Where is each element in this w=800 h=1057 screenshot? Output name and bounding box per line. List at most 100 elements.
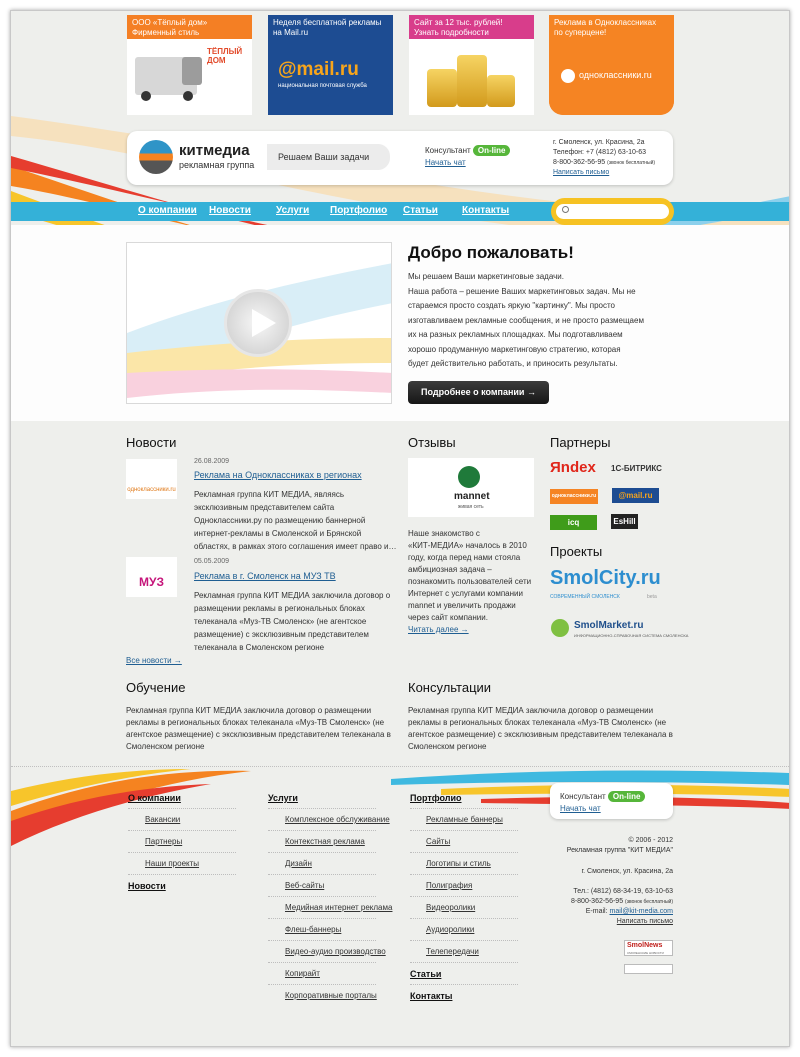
- contact-info: г. Смоленск, ул. Красина, 2а Телефон: +7…: [553, 138, 655, 178]
- partner-odnoklassniki[interactable]: одноклассники.ru: [550, 489, 598, 504]
- news-thumb-ok[interactable]: одноклассники.ru: [126, 459, 177, 499]
- smolnews-badge[interactable]: SmolNews СМОЛЕНСКИЕ НОВОСТИ: [624, 940, 673, 956]
- footer-link[interactable]: Видео-аудио производство: [285, 947, 386, 956]
- footer-consultant-box: Консультант On-line Начать чат: [550, 783, 673, 819]
- search-input[interactable]: [556, 204, 669, 219]
- read-more-link[interactable]: Читать далее →: [408, 625, 469, 634]
- all-news-link[interactable]: Все новости →: [126, 656, 182, 665]
- header-bar: китмедиа рекламная группа Решаем Ваши за…: [127, 131, 673, 185]
- footer-link[interactable]: Контекстная реклама: [285, 837, 365, 846]
- footer-link[interactable]: Партнеры: [145, 837, 182, 846]
- online-badge: On-line: [607, 791, 646, 802]
- project-smolmarket[interactable]: SmolMarket.ru: [574, 620, 643, 631]
- footer-divider: [11, 766, 789, 767]
- slogan: Решаем Ваши задачи: [267, 144, 390, 170]
- welcome-title: Добро пожаловать!: [408, 243, 574, 262]
- news-title: Новости: [126, 435, 177, 450]
- copyright: © 2006 - 2012: [628, 837, 673, 844]
- projects-title: Проекты: [550, 544, 603, 559]
- footer-link[interactable]: Веб-сайты: [285, 881, 324, 890]
- footer-link[interactable]: Аудиоролики: [426, 925, 474, 934]
- nav-news[interactable]: Новости: [209, 205, 251, 216]
- coins-icon: [409, 39, 534, 115]
- footer-link[interactable]: Логотипы и стиль: [426, 859, 491, 868]
- footer-about[interactable]: О компании: [128, 793, 181, 803]
- consultant-block: Консультант On-line: [425, 145, 511, 156]
- start-chat-link[interactable]: Начать чат: [560, 804, 601, 813]
- ok-icon: [561, 69, 575, 83]
- footer-swoosh: [11, 769, 789, 846]
- consult-text: Рекламная группа КИТ МЕДИА заключила дог…: [408, 706, 673, 751]
- news-date: 05.05.2009: [194, 558, 230, 565]
- write-letter-link[interactable]: Написать письмо: [493, 917, 673, 927]
- partners-title: Партнеры: [550, 435, 611, 450]
- address: г. Смоленск, ул. Красина, 2а: [553, 139, 645, 146]
- news-thumb-muz[interactable]: МУЗ: [126, 557, 177, 597]
- training-title: Обучение: [126, 680, 186, 695]
- nav-portfolio[interactable]: Портфолио: [330, 205, 387, 216]
- partner-yandex[interactable]: Яndex: [550, 459, 596, 476]
- partner-icq[interactable]: icq: [550, 515, 597, 530]
- consult-title: Консультации: [408, 680, 492, 695]
- footer-link[interactable]: Сайты: [426, 837, 450, 846]
- news-text: Рекламная группа КИТ МЕДИА, являясь экскл…: [194, 490, 397, 551]
- footer-link[interactable]: Телепередачи: [426, 947, 479, 956]
- consultant-label: Консультант: [425, 146, 471, 155]
- footer-link[interactable]: Комплексное обслуживание: [285, 815, 390, 824]
- banner-site-12k[interactable]: Сайт за 12 тыс. рублей! Узнать подробност…: [409, 15, 534, 115]
- start-chat-link[interactable]: Начать чат: [425, 158, 466, 167]
- review-text: Наше знакомство с «КИТ-МЕДИА» началось в …: [408, 529, 532, 622]
- partner-mailru[interactable]: @mail.ru: [612, 488, 659, 503]
- footer-tel: Тел.: (4812) 68-34-19, 63-10-63: [573, 888, 673, 895]
- reviews-title: Отзывы: [408, 435, 456, 450]
- teply-dom-logo: ТЁПЛЫЙ ДОМ: [207, 47, 243, 65]
- company-name: Рекламная группа "КИТ МЕДИА": [566, 847, 673, 854]
- email-link[interactable]: mail@kit-media.com: [609, 908, 673, 915]
- brand-sub: рекламная группа: [179, 160, 255, 170]
- footer-link[interactable]: Вакансии: [145, 815, 180, 824]
- footer-link[interactable]: Наши проекты: [145, 859, 199, 868]
- write-letter-link[interactable]: Написать письмо: [553, 168, 655, 178]
- news-link[interactable]: Реклама на Одноклассниках в регионах: [194, 470, 362, 480]
- about-company-button[interactable]: Подробнее о компании →: [408, 381, 549, 404]
- footer-link[interactable]: Флеш-баннеры: [285, 925, 341, 934]
- footer-link[interactable]: Видеоролики: [426, 903, 475, 912]
- footer-services[interactable]: Услуги: [268, 793, 298, 803]
- nav-contacts[interactable]: Контакты: [462, 205, 509, 216]
- nav-articles[interactable]: Статьи: [403, 205, 438, 216]
- mailru-sub: национальная почтовая служба: [278, 83, 367, 89]
- nav-services[interactable]: Услуги: [276, 205, 309, 216]
- footer-link[interactable]: Медийная интернет реклама: [285, 903, 392, 912]
- search-box: [551, 198, 674, 225]
- footer-link[interactable]: Корпоративные порталы: [285, 991, 377, 1000]
- project-smolcity[interactable]: SmolCity.ru: [550, 567, 661, 590]
- footer-portfolio[interactable]: Портфолио: [410, 793, 462, 803]
- footer-articles[interactable]: Статьи: [410, 969, 441, 979]
- banner-teply-dom[interactable]: ООО «Тёплый дом» Фирменный стиль ТЁПЛЫЙ Д…: [127, 15, 252, 115]
- search-icon: [562, 206, 569, 213]
- play-icon[interactable]: [224, 289, 292, 357]
- mannet-logo[interactable]: mannet живая сеть: [408, 458, 534, 517]
- footer-link[interactable]: Дизайн: [285, 859, 312, 868]
- counter-badge[interactable]: [624, 964, 673, 974]
- footer-contacts[interactable]: Контакты: [410, 991, 452, 1001]
- video-player[interactable]: [126, 242, 392, 404]
- partner-eshill[interactable]: EsHill: [611, 514, 638, 529]
- partner-bitrix[interactable]: 1С-БИТРИКС: [611, 464, 662, 473]
- footer-link[interactable]: Полиграфия: [426, 881, 472, 890]
- banner-odnoklassniki[interactable]: Реклама в Одноклассниках по суперцене! од…: [549, 15, 674, 115]
- footer-news[interactable]: Новости: [128, 881, 166, 891]
- training-text: Рекламная группа КИТ МЕДИА заключила дог…: [126, 706, 391, 751]
- phone: Телефон: +7 (4812) 63-10-63: [553, 149, 647, 156]
- smolcity-beta: beta: [647, 594, 657, 600]
- online-badge: On-line: [472, 145, 511, 156]
- footer-link[interactable]: Копирайт: [285, 969, 320, 978]
- nav-about[interactable]: О компании: [138, 205, 197, 216]
- news-link[interactable]: Реклама в г. Смоленск на МУЗ ТВ: [194, 571, 336, 581]
- consultant-label: Консультант: [560, 792, 606, 801]
- kitmedia-logo-icon: [139, 140, 173, 174]
- footer-link[interactable]: Рекламные баннеры: [426, 815, 503, 824]
- banner-mailru[interactable]: Неделя бесплатной рекламы на Mail.ru @mai…: [268, 15, 393, 115]
- mailru-logo: @mail.ru: [278, 59, 359, 80]
- smolmarket-sub: ИНФОРМАЦИОННО-СПРАВОЧНАЯ СИСТЕМА СМОЛЕНС…: [574, 633, 689, 638]
